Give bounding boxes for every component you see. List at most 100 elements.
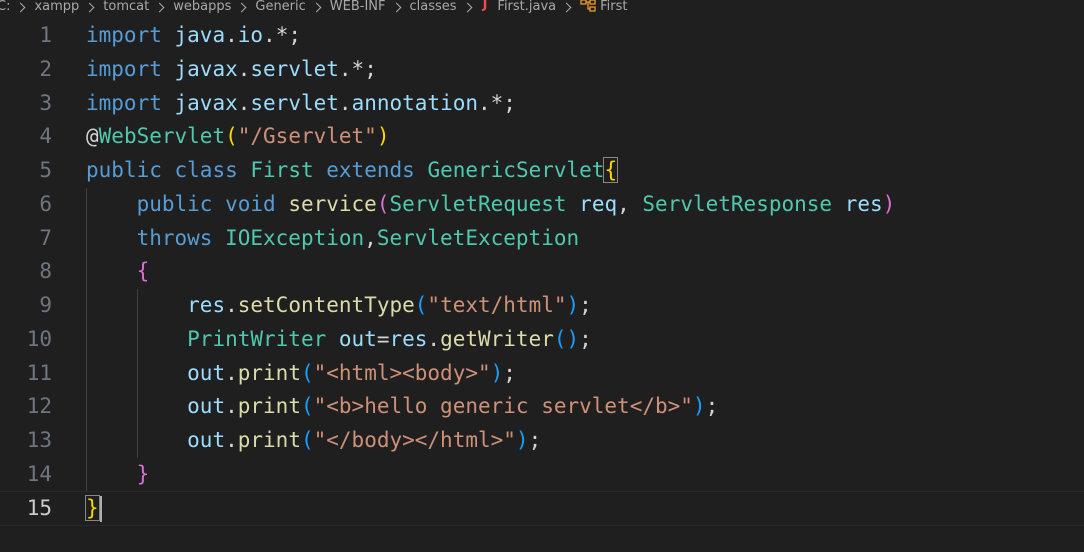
code-token: javax xyxy=(174,56,238,81)
code-token: , xyxy=(617,191,643,216)
code-token: res xyxy=(844,191,883,216)
code-editor[interactable]: C: xampp tomcat webapps Generic WEB-INF … xyxy=(0,0,1084,552)
breadcrumb-folder-web-inf[interactable]: WEB-INF xyxy=(330,0,386,14)
chevron-right-icon xyxy=(311,2,322,12)
code-line[interactable]: 4 @WebServlet("/Gservlet") xyxy=(0,120,1084,154)
code-token: servlet xyxy=(250,56,339,81)
code-token: } xyxy=(136,461,150,486)
code-token: . xyxy=(338,90,352,115)
code-token: javax xyxy=(174,90,238,115)
line-number: 7 xyxy=(39,225,52,250)
line-number: 6 xyxy=(39,191,52,216)
code-text: out.print("<b>hello generic servlet</b>"… xyxy=(86,390,718,424)
code-line[interactable]: 2 import javax.servlet.*; xyxy=(0,53,1084,87)
line-number: 11 xyxy=(26,360,52,385)
chevron-right-icon xyxy=(462,2,473,12)
breadcrumb-folder-tomcat[interactable]: tomcat xyxy=(103,0,149,14)
code-text: { xyxy=(86,255,150,289)
code-token: ) xyxy=(692,394,706,419)
code-token: print xyxy=(237,394,301,419)
chevron-right-icon xyxy=(84,2,95,12)
code-token: . xyxy=(225,293,238,317)
java-icon: J xyxy=(482,0,488,12)
code-text: } xyxy=(85,492,102,526)
code-line[interactable]: 12 out.print("<b>hello generic servlet</… xyxy=(0,390,1084,424)
code-token: throws xyxy=(136,225,213,250)
breadcrumb-folder-generic[interactable]: Generic xyxy=(255,0,305,14)
code-token: ServletException xyxy=(376,225,580,250)
line-number: 2 xyxy=(39,56,52,81)
code-token: WebServlet xyxy=(98,124,226,149)
code-text: import java.io.*; xyxy=(86,19,301,53)
code-line[interactable]: 10 PrintWriter out=res.getWriter(); xyxy=(0,322,1084,357)
code-line[interactable]: 9 res.setContentType("text/html"); xyxy=(0,289,1084,323)
code-token: service xyxy=(288,191,377,216)
code-token: ) xyxy=(882,191,896,216)
code-text: } xyxy=(86,458,150,492)
breadcrumb-symbol-label: First xyxy=(600,0,628,14)
breadcrumb-folder-xampp[interactable]: xampp xyxy=(34,0,79,14)
code-line[interactable]: 13 out.print("</body></html>"); xyxy=(0,424,1084,458)
code-token: ; xyxy=(528,428,542,452)
breadcrumb-folder-webapps[interactable]: webapps xyxy=(173,0,231,14)
code-token: public xyxy=(86,158,162,182)
code-token: .*; xyxy=(478,90,516,115)
code-area[interactable]: 1 import java.io.*; 2 import javax.servlet.… xyxy=(0,19,1084,527)
code-token: servlet xyxy=(250,90,339,115)
code-token: out xyxy=(187,394,226,419)
line-number: 5 xyxy=(39,158,52,182)
line-number: 13 xyxy=(26,428,52,452)
code-text: @WebServlet("/Gservlet") xyxy=(86,120,389,154)
code-token: ; xyxy=(705,394,719,419)
code-token: res xyxy=(389,326,428,351)
code-token: print xyxy=(237,360,301,385)
breadcrumb-folder-classes[interactable]: classes xyxy=(410,0,457,14)
code-token: @ xyxy=(86,124,99,149)
chevron-right-icon xyxy=(561,2,572,12)
breadcrumb-file[interactable]: J First.java xyxy=(481,0,557,14)
code-line[interactable]: 11 out.print("<html><body>"); xyxy=(0,356,1084,391)
code-line[interactable]: 3 import javax.servlet.annotation.*; xyxy=(0,87,1084,121)
code-line[interactable]: 15} xyxy=(0,490,1084,527)
breadcrumb-drive[interactable]: C: xyxy=(0,0,10,14)
code-token: GenericServlet xyxy=(427,158,605,182)
code-token: import xyxy=(86,90,162,115)
code-line[interactable]: 5 public class First extends GenericServl… xyxy=(0,154,1084,188)
code-line[interactable]: 7 throws IOException,ServletException xyxy=(0,221,1084,256)
code-token: IOException xyxy=(225,225,365,250)
code-token: ; xyxy=(579,326,592,351)
code-token: .*; xyxy=(263,23,301,47)
code-token: print xyxy=(237,428,301,452)
chevron-right-icon xyxy=(16,2,26,12)
code-token: () xyxy=(553,326,580,351)
code-text: throws IOException,ServletException xyxy=(86,222,580,256)
code-line[interactable]: 1 import java.io.*; xyxy=(0,19,1084,53)
line-number: 1 xyxy=(39,23,52,47)
code-line[interactable]: 14 } xyxy=(0,457,1084,492)
code-token: ; xyxy=(579,293,592,317)
code-line[interactable]: 8 { xyxy=(0,255,1084,289)
code-token: ) xyxy=(376,124,390,149)
code-token: "</body></html>" xyxy=(313,428,516,452)
code-text: public void service(ServletRequest req, … xyxy=(86,188,896,222)
code-token: ; xyxy=(503,360,516,385)
chevron-right-icon xyxy=(236,2,247,12)
code-text: import javax.servlet.annotation.*; xyxy=(86,87,516,121)
line-number: 10 xyxy=(26,326,52,351)
code-token: "<html><body>" xyxy=(313,360,491,385)
code-token: ServletRequest xyxy=(389,191,567,216)
code-line[interactable]: 6 public void service(ServletRequest req… xyxy=(0,187,1084,222)
code-token: out xyxy=(338,326,377,351)
code-token: import xyxy=(86,56,162,81)
breadcrumb-symbol[interactable]: First xyxy=(580,0,628,14)
line-number: 14 xyxy=(26,461,52,486)
code-token: . xyxy=(225,428,238,452)
